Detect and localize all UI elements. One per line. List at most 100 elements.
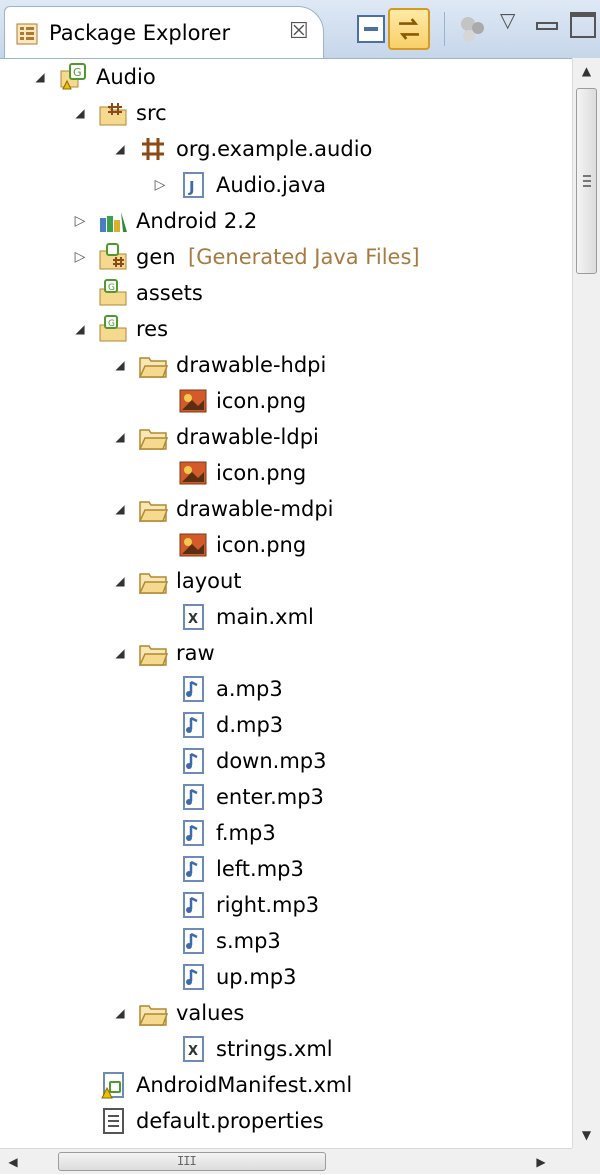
tree-item-label: d.mp3 — [216, 713, 284, 737]
svg-text:J: J — [188, 178, 195, 196]
tree-item-label: raw — [176, 641, 215, 665]
tree-item[interactable]: Gassets — [0, 275, 572, 311]
tree-item-label: Audio — [96, 65, 156, 89]
expanded-twistie-icon[interactable]: ◢ — [70, 317, 90, 341]
svg-text:X: X — [188, 612, 198, 627]
tree-item[interactable]: ◢ raw — [0, 635, 572, 671]
tree-item[interactable]: a.mp3 — [0, 671, 572, 707]
xml-file-icon: X — [183, 604, 204, 630]
tree-item[interactable]: default.properties — [0, 1103, 572, 1139]
expanded-twistie-icon[interactable]: ◢ — [70, 101, 90, 125]
tree-item[interactable]: enter.mp3 — [0, 779, 572, 815]
minimize-icon[interactable] — [536, 22, 558, 30]
vertical-scrollbar[interactable]: ▲ ▼ — [572, 58, 600, 1148]
scroll-up-arrow-icon[interactable]: ▲ — [573, 58, 600, 84]
tree-item-label: AndroidManifest.xml — [136, 1073, 353, 1097]
tree-item[interactable]: ◢ org.example.audio — [0, 131, 572, 167]
tree-item[interactable]: Xstrings.xml — [0, 1031, 572, 1067]
tree-item[interactable]: ◢ layout — [0, 563, 572, 599]
view-menu-icon[interactable]: ▽ — [500, 8, 515, 32]
android-project-icon: G — [60, 63, 86, 90]
image-file-icon — [179, 389, 207, 413]
tree-item[interactable]: ◢ drawable-mdpi — [0, 491, 572, 527]
expanded-twistie-icon[interactable]: ◢ — [110, 569, 130, 593]
svg-text:G: G — [108, 283, 115, 293]
expanded-twistie-icon[interactable]: ◢ — [110, 1001, 130, 1025]
view-tab[interactable]: Package Explorer ☒ — [4, 6, 324, 58]
tree-item[interactable]: icon.png — [0, 455, 572, 491]
source-folder-icon — [99, 103, 127, 126]
audio-file-icon — [183, 964, 204, 990]
expanded-twistie-icon[interactable]: ◢ — [110, 425, 130, 449]
tree-item[interactable]: ▷ gen [Generated Java Files] — [0, 239, 572, 275]
tree-item[interactable]: right.mp3 — [0, 887, 572, 923]
svg-text:G: G — [73, 66, 82, 79]
image-file-icon — [179, 461, 207, 485]
folder-icon — [138, 357, 168, 378]
collapsed-twistie-icon[interactable]: ▷ — [70, 245, 90, 269]
svg-text:G: G — [108, 319, 115, 329]
tree-item[interactable]: ◢ G Audio — [0, 59, 572, 95]
tree-item[interactable]: AndroidManifest.xml — [0, 1067, 572, 1103]
tree-item-label: f.mp3 — [216, 821, 276, 845]
expanded-twistie-icon[interactable]: ◢ — [110, 137, 130, 161]
link-with-editor-icon[interactable] — [388, 8, 430, 50]
close-icon[interactable]: ☒ — [289, 19, 309, 44]
tree-item[interactable]: ◢ drawable-hdpi — [0, 347, 572, 383]
tree-item-label: Android 2.2 — [136, 209, 258, 233]
tree-item-label: down.mp3 — [216, 749, 327, 773]
package-icon — [142, 138, 164, 160]
tree-item[interactable]: up.mp3 — [0, 959, 572, 995]
tree-item[interactable]: ◢ drawable-ldpi — [0, 419, 572, 455]
tree-item[interactable]: icon.png — [0, 383, 572, 419]
expanded-twistie-icon[interactable]: ◢ — [110, 497, 130, 521]
scroll-down-arrow-icon[interactable]: ▼ — [573, 1122, 600, 1148]
tree-item[interactable]: s.mp3 — [0, 923, 572, 959]
horizontal-scrollbar[interactable]: ◀ III ▶ — [0, 1148, 572, 1174]
tree-item-label: res — [136, 317, 169, 341]
tree-item[interactable]: icon.png — [0, 527, 572, 563]
project-tree: ◢ G Audio ◢ src ◢ org.example.audio ▷ J Audio.jav… — [0, 58, 572, 1148]
tree-item[interactable]: Xmain.xml — [0, 599, 572, 635]
tree-item-label: Audio.java — [216, 173, 326, 197]
collapsed-twistie-icon[interactable]: ▷ — [150, 173, 170, 197]
tree-item[interactable]: ◢ src — [0, 95, 572, 131]
tree-item[interactable]: ▷ J Audio.java — [0, 167, 572, 203]
tree-item-label: default.properties — [136, 1109, 324, 1133]
tree-item[interactable]: d.mp3 — [0, 707, 572, 743]
folder-icon — [138, 429, 168, 450]
scroll-grip-line — [583, 180, 591, 182]
tree-item-label: drawable-ldpi — [176, 425, 319, 449]
collapsed-twistie-icon[interactable]: ▷ — [70, 209, 90, 233]
tree-item-label: enter.mp3 — [216, 785, 324, 809]
xml-file-icon: X — [183, 1036, 204, 1062]
tree-item[interactable]: ◢ Gres — [0, 311, 572, 347]
folder-icon — [138, 501, 168, 522]
horizontal-scroll-thumb[interactable]: III — [58, 1152, 326, 1171]
scroll-left-arrow-icon[interactable]: ◀ — [0, 1149, 26, 1175]
view-header: Package Explorer ☒ ▽ — [0, 0, 600, 59]
maximize-icon[interactable] — [570, 12, 596, 38]
vertical-scroll-thumb[interactable] — [576, 88, 597, 274]
tree-item-label: up.mp3 — [216, 965, 297, 989]
library-icon — [100, 212, 127, 232]
group-icon[interactable] — [456, 12, 490, 46]
tree-item[interactable]: left.mp3 — [0, 851, 572, 887]
tree-item[interactable]: ▷ Android 2.2 — [0, 203, 572, 239]
tree-item-label: layout — [176, 569, 242, 593]
expanded-twistie-icon[interactable]: ◢ — [110, 641, 130, 665]
expanded-twistie-icon[interactable]: ◢ — [30, 65, 50, 89]
expanded-twistie-icon[interactable]: ◢ — [110, 353, 130, 377]
tree-item-label: s.mp3 — [216, 929, 281, 953]
tree-item-label: values — [176, 1001, 245, 1025]
tree-item-label: left.mp3 — [216, 857, 304, 881]
folder-icon — [138, 645, 168, 666]
tree-item[interactable]: f.mp3 — [0, 815, 572, 851]
toolbar-separator — [444, 12, 445, 46]
scroll-right-arrow-icon[interactable]: ▶ — [528, 1149, 554, 1175]
tree-item-label: drawable-mdpi — [176, 497, 334, 521]
tree-item[interactable]: ◢ values — [0, 995, 572, 1031]
collapse-all-icon[interactable] — [354, 12, 388, 46]
audio-file-icon — [183, 928, 204, 954]
tree-item[interactable]: down.mp3 — [0, 743, 572, 779]
